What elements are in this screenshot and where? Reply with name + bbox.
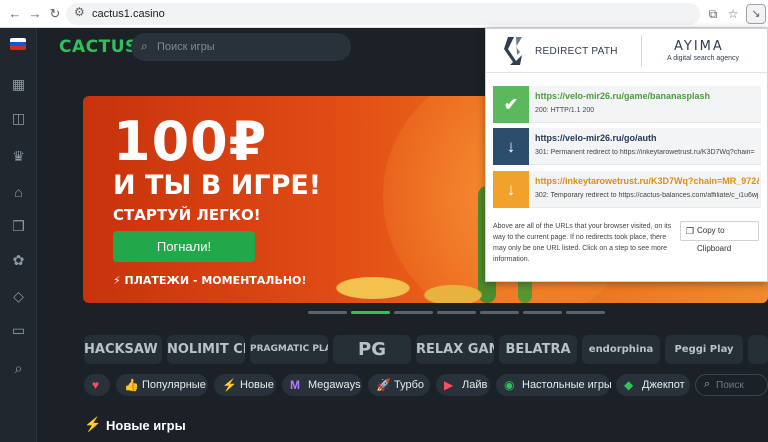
provider-next[interactable]: [748, 335, 768, 364]
left-sidebar: ▦ ◫ ♛ ⌂ ❒ ✿ ◇ ▭ ⌕: [0, 28, 37, 442]
arrow-down-icon: ↓: [493, 171, 529, 208]
coins-decoration: [313, 246, 513, 303]
step-status: 302: Temporary redirect to https://cactu…: [535, 192, 759, 199]
category-new[interactable]: ⚡ Новые: [214, 374, 276, 396]
category-megaways[interactable]: M Megaways: [282, 374, 362, 396]
popup-info-text: Above are all of the URLs that your brow…: [493, 223, 672, 263]
redirect-path-extension-icon[interactable]: ↘: [746, 4, 766, 24]
banner-headline: 100₽: [113, 110, 268, 173]
heart-icon: ♥: [92, 378, 100, 392]
address-url[interactable]: cactus1.casino: [92, 8, 165, 20]
copy-button-label: Copy to Clipboard: [697, 226, 732, 253]
provider-pg[interactable]: PG: [333, 335, 411, 364]
category-popular[interactable]: 👍 Популярные: [116, 374, 208, 396]
back-icon[interactable]: ←: [6, 5, 24, 23]
live-icon: ▶: [444, 378, 454, 392]
chat-icon[interactable]: ▭: [8, 320, 29, 341]
category-search-input[interactable]: ⌕ Поиск: [695, 374, 768, 396]
redirect-step[interactable]: ↓ https://velo-mir26.ru/go/auth 301: Per…: [493, 128, 761, 165]
carousel-dot[interactable]: [351, 311, 390, 314]
provider-relax[interactable]: RELAX GAMING: [416, 335, 494, 364]
copy-to-clipboard-button[interactable]: ❐ Copy to Clipboard: [680, 221, 759, 253]
banner-footer-text: ⚡ ПЛАТЕЖИ - МОМЕНТАЛЬНО!: [113, 274, 307, 287]
carousel-dots: [308, 311, 605, 315]
bookmark-star-icon[interactable]: ☆: [724, 5, 742, 23]
category-turbo[interactable]: 🚀 Турбо: [368, 374, 430, 396]
forward-icon[interactable]: →: [26, 5, 44, 23]
category-jackpot[interactable]: ◆ Джекпот: [616, 374, 690, 396]
carousel-dot[interactable]: [437, 311, 476, 314]
install-app-icon[interactable]: ⧉: [704, 5, 722, 23]
clipboard-icon: ❐: [686, 226, 695, 236]
provider-hacksaw[interactable]: HACKSAW GAMING: [84, 335, 162, 364]
category-label: Турбо: [394, 379, 425, 391]
category-favorites[interactable]: ♥: [84, 374, 110, 396]
thumbs-up-icon: 👍: [124, 378, 139, 392]
lightning-icon: ⚡: [84, 416, 102, 432]
header-divider: [641, 35, 642, 67]
lightning-icon: ⚡: [222, 378, 237, 392]
carousel-dot[interactable]: [394, 311, 433, 314]
category-label: Популярные: [142, 379, 206, 391]
redirect-step[interactable]: ✔ https://velo-mir26.ru/game/bananasplas…: [493, 86, 761, 123]
shop-icon[interactable]: ⌂: [8, 182, 29, 203]
redirect-path-popup: REDIRECT PATH AYIMA A digital search age…: [485, 28, 768, 282]
check-icon: ✔: [493, 86, 529, 123]
gift-icon[interactable]: ❒: [8, 216, 29, 237]
step-url[interactable]: https://inkeytarowetrust.ru/K3D7Wq?chain…: [535, 176, 759, 186]
table-games-icon: ◉: [504, 378, 515, 392]
search-icon: ⌕: [141, 39, 148, 53]
provider-nolimit[interactable]: NOLIMIT CITY: [167, 335, 245, 364]
placeholder-icon-11: [8, 256, 29, 277]
category-table-games[interactable]: ◉ Настольные игры: [496, 374, 612, 396]
diamond-icon: ◆: [624, 378, 634, 392]
slots-icon[interactable]: ▦: [8, 74, 29, 95]
redirect-step[interactable]: ↓ https://inkeytarowetrust.ru/K3D7Wq?cha…: [493, 171, 761, 208]
rocket-icon: 🚀: [376, 378, 391, 392]
carousel-dot[interactable]: [523, 311, 562, 314]
popup-title: REDIRECT PATH: [535, 46, 618, 57]
trophy-icon[interactable]: ♛: [8, 146, 29, 167]
search-icon: ⌕: [704, 378, 711, 390]
carousel-dot[interactable]: [308, 311, 347, 314]
step-status: 200: HTTP/1.1 200: [535, 107, 595, 114]
category-label: Лайв: [462, 379, 488, 391]
live-casino-icon[interactable]: ◫: [8, 108, 29, 129]
browser-toolbar: ← → ↻ ⚙ cactus1.casino ⧉ ☆ ↘: [0, 0, 768, 28]
section-title: Новые игры: [106, 418, 186, 433]
carousel-dot[interactable]: [480, 311, 519, 314]
step-status: 301: Permanent redirect to https://inkey…: [535, 149, 755, 156]
site-logo[interactable]: CACTUS: [59, 37, 138, 57]
game-search-input[interactable]: ⌕ Поиск игры: [131, 33, 351, 61]
provider-belatra[interactable]: BELATRA: [499, 335, 577, 364]
category-label: Настольные игры: [522, 379, 612, 391]
category-label: Джекпот: [642, 379, 685, 391]
category-live[interactable]: ▶ Лайв: [436, 374, 490, 396]
search-icon[interactable]: ⌕: [8, 358, 29, 379]
category-label: Новые: [240, 379, 274, 391]
banner-cta-button[interactable]: Погнали!: [113, 231, 255, 262]
site-settings-icon[interactable]: ⚙: [74, 5, 85, 19]
category-search-placeholder: Поиск: [716, 380, 744, 391]
provider-endorphina[interactable]: endorphina: [582, 335, 660, 364]
language-flag-icon[interactable]: [10, 38, 26, 50]
redirect-path-logo-icon: [504, 37, 522, 65]
popup-header: REDIRECT PATH AYIMA A digital search age…: [486, 29, 767, 73]
banner-line-3: СТАРТУЙ ЛЕГКО!: [113, 206, 261, 224]
provider-peggi[interactable]: Peggi Play: [665, 335, 743, 364]
game-search-placeholder: Поиск игры: [157, 41, 215, 53]
arrow-down-icon: ↓: [493, 128, 529, 165]
step-url[interactable]: https://velo-mir26.ru/game/bananasplash: [535, 91, 759, 101]
address-bar[interactable]: ⚙ cactus1.casino: [66, 3, 700, 25]
reload-icon[interactable]: ↻: [46, 5, 64, 23]
carousel-dot[interactable]: [566, 311, 605, 314]
megaways-icon: M: [290, 378, 300, 392]
provider-pragmatic[interactable]: PRAGMATIC PLAY: [250, 335, 328, 364]
vip-diamond-icon[interactable]: ◇: [8, 286, 29, 307]
banner-line-2: И ТЫ В ИГРЕ!: [113, 170, 322, 201]
ayima-tagline: A digital search agency: [667, 55, 739, 62]
step-url[interactable]: https://velo-mir26.ru/go/auth: [535, 133, 759, 143]
ayima-logo[interactable]: AYIMA: [674, 39, 724, 54]
category-label: Megaways: [308, 379, 361, 391]
